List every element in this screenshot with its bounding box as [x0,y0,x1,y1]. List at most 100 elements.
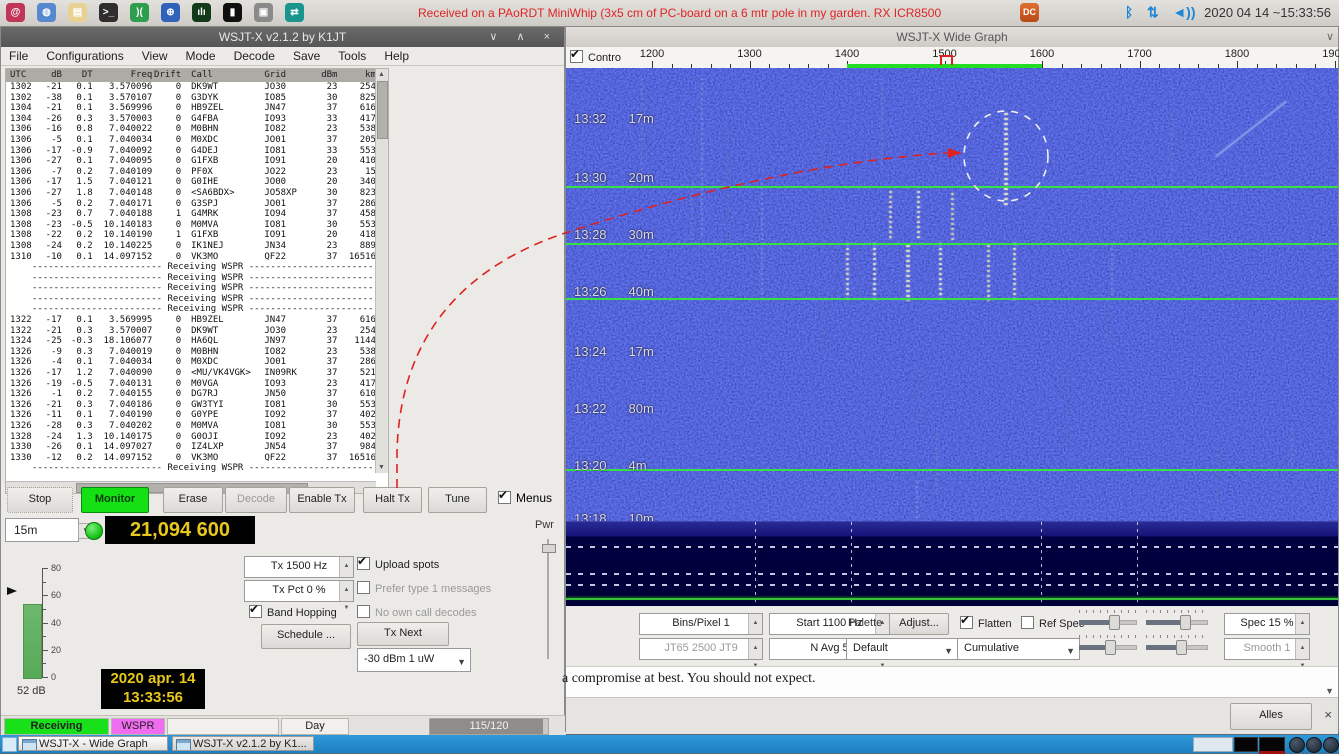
menu-view[interactable]: View [142,47,168,66]
table-body[interactable]: 1302-210.13.5700960DK9WTJO30232541302-38… [6,82,376,474]
table-row[interactable]: 1326-90.37.0400190M0BHNIO8223538 [6,347,376,358]
tx-freq-spinbox[interactable]: Tx 1500 Hz▲▼ [244,556,354,578]
scroll-down-arrow[interactable]: ▼ [376,462,387,473]
zero-slider[interactable] [1146,614,1208,628]
show-desktop-button[interactable] [2,737,17,752]
band-select[interactable]: 15m ▼ [5,518,79,542]
bluetooth-icon[interactable]: ᛒ [1125,4,1133,20]
launcher-icons[interactable]: @◍▤>_)(⊕ılı▮▣⇄ [0,0,310,17]
table-row[interactable]: 1310-100.114.0971520VK3MOQF223716516 [6,252,376,263]
halt-tx-button[interactable]: Halt Tx [363,487,422,513]
waterfall-display[interactable]: 13:3217m13:3020m13:2830m13:2640m13:2417m… [566,68,1338,606]
table-row[interactable]: 1318------------------------ Receiving W… [6,294,376,305]
earth-globe-icon[interactable]: ⊕ [161,3,180,22]
table-row[interactable]: 1308-230.77.0401881G4MRKIO9437458 [6,209,376,220]
stop-button[interactable]: Stop [7,487,73,513]
menus-checkbox[interactable]: Menus [498,491,552,505]
flatten-checkbox[interactable]: Flatten [960,616,1012,630]
close-icon[interactable]: × [1324,707,1332,722]
tray-icon[interactable] [1289,737,1305,753]
slider-handle[interactable] [542,544,556,553]
image-viewer-icon[interactable]: ▣ [254,3,273,22]
menu-decode[interactable]: Decode [234,47,275,66]
vertical-scrollbar[interactable]: ▲ ▼ [375,69,388,473]
menu-help[interactable]: Help [384,47,409,66]
gain-slider[interactable] [1079,614,1137,628]
table-row[interactable]: 1326-210.37.0401860GW3TYIIO8130553 [6,400,376,411]
pwr-slider[interactable] [544,539,552,659]
table-row[interactable]: 1306-270.17.0400950G1FXBIO9120410 [6,156,376,167]
table-row[interactable]: 1302-210.13.5700960DK9WTJO3023254 [6,82,376,93]
jt65-jt9-spinbox[interactable]: JT65 2500 JT9▲▼ [639,638,763,660]
table-row[interactable]: 1306-271.87.0401480<SA6BDX>JO58XP30823 [6,188,376,199]
scroll-thumb[interactable] [377,81,388,139]
file-manager-icon[interactable]: ▤ [68,3,87,22]
upload-spots-checkbox[interactable]: Upload spots [357,557,439,571]
cumulative-select[interactable]: Cumulative▼ [957,638,1080,660]
browser-globe-icon[interactable]: ◍ [37,3,56,22]
dc-app-icon[interactable]: )( [130,3,149,22]
table-row[interactable]: 1332------------------------ Receiving W… [6,463,376,474]
tune-button[interactable]: Tune [428,487,487,513]
menu-file[interactable]: File [9,47,28,66]
scroll-up-arrow[interactable]: ▲ [376,69,387,80]
ref-spec-checkbox[interactable]: Ref Spec [1021,616,1084,630]
bins-per-pixel-spinbox[interactable]: Bins/Pixel 1▲▼ [639,613,763,635]
window-controls[interactable]: ∨ [1326,27,1334,47]
taskbar-preview[interactable] [1193,737,1233,752]
controls-checkbox[interactable]: Contro [570,50,630,64]
band-hopping-checkbox[interactable]: Band Hopping [249,605,337,619]
table-row[interactable]: 1326-110.17.0401900G0YPEIO9237402 [6,410,376,421]
table-row[interactable]: 1304-260.33.5700030G4FBAIO9333417 [6,114,376,125]
terminal-icon[interactable]: >_ [99,3,118,22]
adjust-button[interactable]: Adjust... [889,613,949,635]
palette-select[interactable]: Default▼ [846,638,958,660]
smooth-spinbox[interactable]: Smooth 1▲▼ [1224,638,1310,660]
tx-pct-spinbox[interactable]: Tx Pct 0 %▲▼ [244,580,354,602]
table-row[interactable]: 1306-17-0.97.0400920G4DEJIO8133553 [6,146,376,157]
zero2-slider[interactable] [1146,639,1208,653]
taskbar-thumbnail[interactable] [1259,737,1285,754]
table-row[interactable]: 1308-240.210.1402250IK1NEJJN3423889 [6,241,376,252]
table-row[interactable]: 1302-380.13.5701070G3DYKIO8530825 [6,93,376,104]
table-row[interactable]: 1322-210.33.5700070DK9WTJO3023254 [6,326,376,337]
menu-save[interactable]: Save [293,47,320,66]
monitor-button[interactable]: Monitor [81,487,149,513]
gain2-slider[interactable] [1079,639,1137,653]
table-row[interactable]: 1326-40.17.0400340M0XDCJO0137286 [6,357,376,368]
show-all-button[interactable]: Alles weergeven [1230,703,1312,730]
table-row[interactable]: 1312------------------------ Receiving W… [6,262,376,273]
wsjtx-titlebar[interactable]: WSJT-X v2.1.2 by K1JT ∨ ∧ × [1,27,564,47]
table-row[interactable]: 1314------------------------ Receiving W… [6,273,376,284]
raspberry-menu-icon[interactable]: @ [6,3,25,22]
prefer-type1-checkbox[interactable]: Prefer type 1 messages [357,581,491,595]
table-row[interactable]: 1326-171.27.0400900<MU/VK4VGK>IN09RK3752… [6,368,376,379]
media-player-icon[interactable]: ▮ [223,3,242,22]
table-row[interactable]: 1308-23-0.510.1401830M0MVAIO8130553 [6,220,376,231]
table-row[interactable]: 1306-160.87.0400220M0BHNIO8223538 [6,124,376,135]
erase-button[interactable]: Erase [163,487,223,513]
wide-graph-titlebar[interactable]: WSJT-X Wide Graph ∨ [566,27,1338,47]
decode-button[interactable]: Decode [225,487,287,513]
menu-mode[interactable]: Mode [186,47,216,66]
table-row[interactable]: 1326-10.27.0401550DG7RJJN5037610 [6,389,376,400]
table-row[interactable]: 1320------------------------ Receiving W… [6,304,376,315]
table-row[interactable]: 1330-120.214.0971520VK3MOQF223716516 [6,453,376,464]
table-row[interactable]: 1306-50.17.0400340M0XDCJO0137205 [6,135,376,146]
window-controls[interactable]: ∨ ∧ × [489,27,558,47]
table-row[interactable]: 1306-171.57.0401210G0IHEJO0020340 [6,177,376,188]
table-row[interactable]: 1316------------------------ Receiving W… [6,283,376,294]
schedule-button[interactable]: Schedule ... [261,624,351,649]
menu-configurations[interactable]: Configurations [46,47,123,66]
teamviewer-icon[interactable]: ⇄ [285,3,304,22]
volume-icon[interactable]: ◄)) [1172,4,1195,20]
tray-icon[interactable] [1323,737,1339,753]
table-row[interactable]: 1326-19-0.57.0401310M0VGAIO9323417 [6,379,376,390]
enable-tx-button[interactable]: Enable Tx [289,487,355,513]
tx-power-select[interactable]: -30 dBm 1 uW▼ [357,648,471,672]
table-row[interactable]: 1322-170.13.5699950HB9ZELJN4737616 [6,315,376,326]
table-row[interactable]: 1328-241.310.1401750G0OJIIO9223402 [6,432,376,443]
table-row[interactable]: 1308-220.210.1401901G1FXBIO9120418 [6,230,376,241]
table-row[interactable]: 1324-25-0.318.1060770HA6QLJN97371144 [6,336,376,347]
table-row[interactable]: 1330-260.114.0970270IZ4LXPJN5437984 [6,442,376,453]
